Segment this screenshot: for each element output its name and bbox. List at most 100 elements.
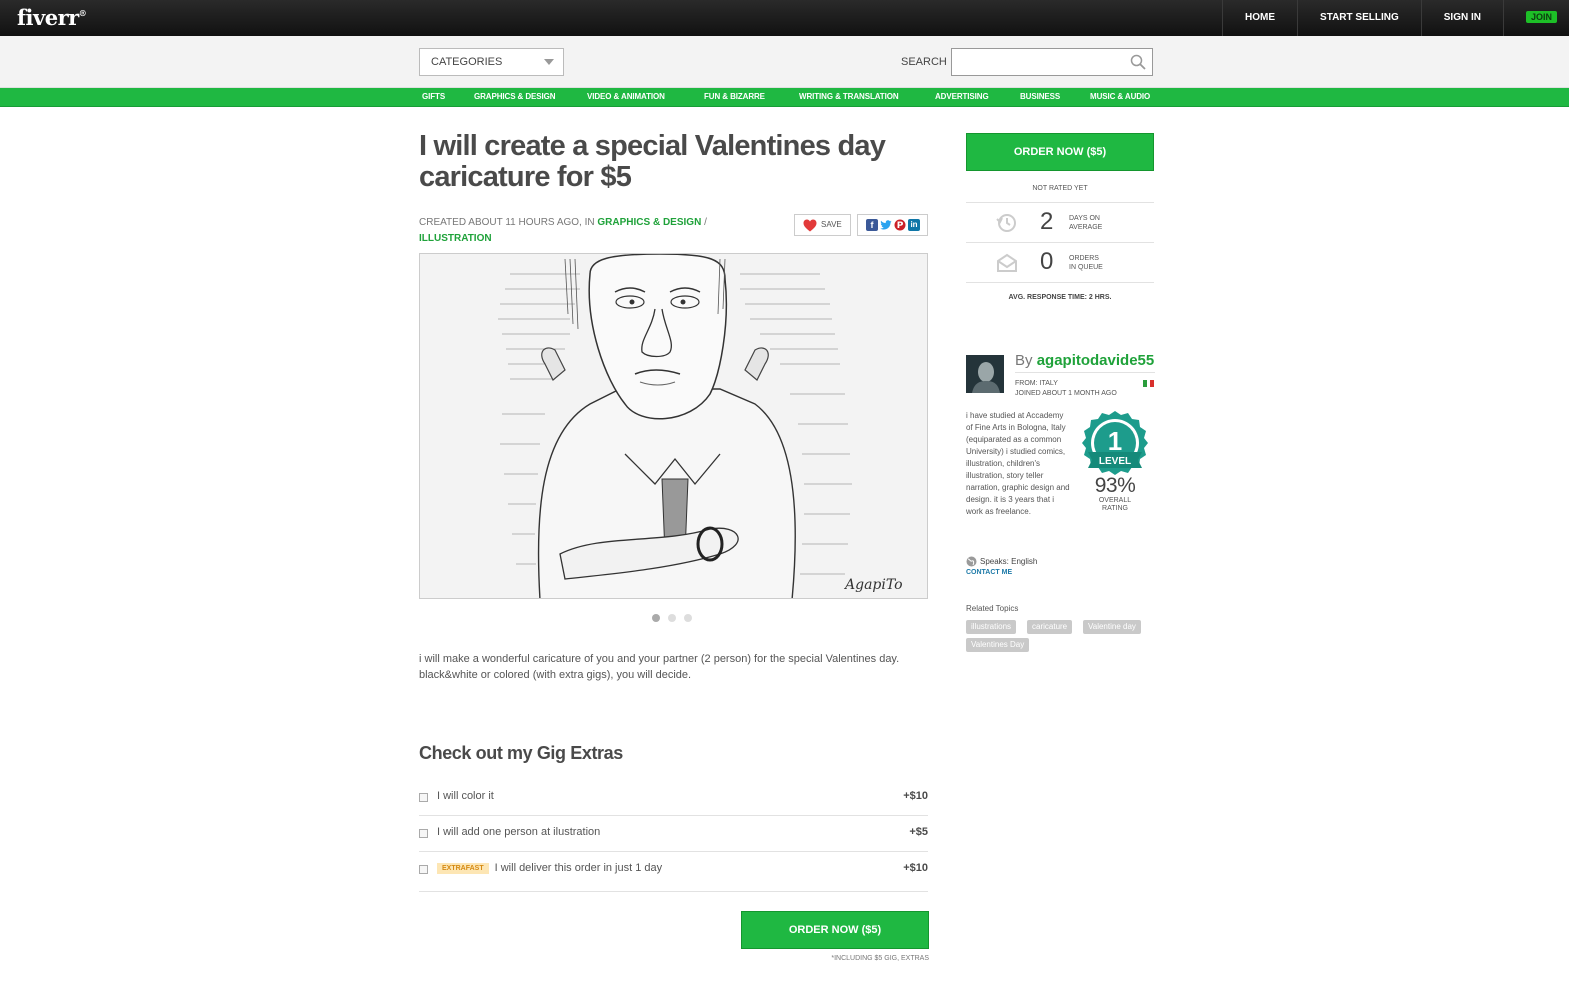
history-icon	[996, 214, 1016, 232]
seller-languages: Speaks: English	[966, 556, 1037, 567]
linkedin-icon[interactable]: in	[908, 219, 920, 231]
category-writing-translation[interactable]: WRITING & TRANSLATION	[799, 92, 899, 101]
breadcrumb-separator: /	[704, 217, 707, 228]
search-label: SEARCH	[901, 56, 947, 68]
seller-from: FROM: ITALY	[1015, 380, 1058, 387]
created-text: CREATED ABOUT 11 HOURS AGO, IN	[419, 217, 595, 228]
overall-rating-label: OVERALL RATING	[1098, 497, 1132, 512]
extra-price: +$10	[903, 862, 928, 874]
gig-image-caricature[interactable]: AgapiTo	[419, 253, 928, 599]
gig-title: I will create a special Valentines day c…	[419, 130, 886, 193]
level-1-badge-icon: 1 LEVEL	[1082, 411, 1148, 475]
by-label: By	[1015, 352, 1033, 369]
days-number: 2	[1040, 208, 1054, 235]
globe-icon	[966, 556, 977, 567]
search-bar: CATEGORIES SEARCH	[0, 36, 1569, 88]
seller-byline: By agapitodavide55	[1015, 352, 1155, 373]
fiverr-logo[interactable]: fiverr®	[17, 5, 87, 30]
days-label: DAYS ON AVERAGE	[1069, 215, 1103, 231]
related-tag[interactable]: Valentines Day	[966, 638, 1030, 652]
seller-joined: JOINED ABOUT 1 MONTH AGO	[1015, 390, 1117, 397]
extra-label-wrapper: EXTRAFAST I will deliver this order in ju…	[437, 862, 662, 874]
inbox-tray-icon	[997, 253, 1017, 272]
category-music-audio[interactable]: MUSIC & AUDIO	[1090, 92, 1150, 101]
save-label: SAVE	[821, 220, 842, 229]
extra-price: +$5	[909, 826, 928, 838]
artist-signature: AgapiTo	[843, 577, 903, 593]
seller-avatar[interactable]	[966, 355, 1004, 393]
description-line-1: i will make a wonderful caricature of yo…	[419, 653, 900, 665]
category-graphics-design[interactable]: GRAPHICS & DESIGN	[474, 92, 556, 101]
top-nav: HOME START SELLING SIGN IN JOIN	[1222, 0, 1569, 36]
extrafast-badge: EXTRAFAST	[437, 863, 489, 874]
heart-icon	[803, 219, 817, 232]
facebook-icon[interactable]: f	[866, 219, 878, 231]
orders-in-queue-stat: 0 ORDERS IN QUEUE	[966, 242, 1154, 282]
share-buttons: f P in	[857, 214, 928, 236]
rating-status: NOT RATED YET	[1032, 185, 1088, 192]
svg-text:LEVEL: LEVEL	[1099, 456, 1131, 467]
related-topics-title: Related Topics	[966, 604, 1019, 613]
related-tag[interactable]: illustrations	[966, 620, 1017, 634]
categories-dropdown[interactable]: CATEGORIES	[419, 48, 564, 76]
extra-checkbox[interactable]	[419, 829, 428, 838]
extra-item: I will color it +$10	[419, 780, 928, 816]
gig-extras-title: Check out my Gig Extras	[419, 743, 623, 763]
seller-username[interactable]: agapitodavide55	[1037, 352, 1155, 369]
extra-label: I will deliver this order in just 1 day	[494, 862, 663, 874]
nav-start-selling[interactable]: START SELLING	[1297, 0, 1421, 36]
extra-checkbox[interactable]	[419, 793, 428, 802]
italy-flag-icon	[1143, 380, 1155, 387]
nav-sign-in[interactable]: SIGN IN	[1420, 0, 1503, 36]
overall-rating-percent: 93%	[1094, 474, 1136, 497]
extra-item: I will add one person at ilustration +$5	[419, 816, 928, 852]
nav-join-wrapper: JOIN	[1502, 0, 1569, 36]
pinterest-icon[interactable]: P	[894, 219, 906, 231]
extra-checkbox[interactable]	[419, 865, 428, 874]
carousel-dot-1[interactable]	[652, 614, 660, 622]
join-button[interactable]: JOIN	[1525, 11, 1557, 23]
category-fun-bizarre[interactable]: FUN & BIZARRE	[704, 92, 765, 101]
extra-label: I will add one person at ilustration	[437, 826, 601, 838]
category-advertising[interactable]: ADVERTISING	[935, 92, 989, 101]
gig-description: i will make a wonderful caricature of yo…	[419, 651, 929, 683]
related-tag[interactable]: Valentine day	[1083, 620, 1141, 634]
including-extras-note: *INCLUDING $5 GIG, EXTRAS	[831, 955, 929, 962]
category-nav: GIFTS GRAPHICS & DESIGN VIDEO & ANIMATIO…	[0, 88, 1569, 107]
chevron-down-icon	[544, 59, 554, 65]
search-icon[interactable]	[1130, 54, 1146, 70]
order-now-button-bottom[interactable]: ORDER NOW ($5)	[741, 911, 929, 949]
seller-origin: FROM: ITALY JOINED ABOUT 1 MONTH AGO	[1015, 379, 1117, 399]
carousel-dot-2[interactable]	[668, 614, 676, 622]
orders-number: 0	[1040, 248, 1054, 275]
description-line-2: black&white or colored (with extra gigs)…	[419, 669, 692, 681]
days-on-average-stat: 2 DAYS ON AVERAGE	[966, 202, 1154, 242]
categories-label: CATEGORIES	[431, 56, 503, 68]
speaks-text: Speaks: English	[980, 557, 1038, 566]
search-input[interactable]	[951, 48, 1153, 76]
extra-label: I will color it	[437, 790, 494, 802]
extra-item: EXTRAFAST I will deliver this order in ju…	[419, 852, 928, 892]
order-now-button-top[interactable]: ORDER NOW ($5)	[966, 133, 1154, 171]
seller-bio: i have studied at Accademy of Fine Arts …	[966, 411, 1070, 516]
twitter-icon[interactable]	[880, 219, 892, 231]
svg-text:P: P	[897, 221, 904, 231]
top-navbar: fiverr® HOME START SELLING SIGN IN JOIN	[0, 0, 1569, 36]
orders-label: ORDERS IN QUEUE	[1069, 255, 1103, 271]
category-link[interactable]: GRAPHICS & DESIGN	[597, 217, 701, 228]
nav-home[interactable]: HOME	[1222, 0, 1297, 36]
contact-me-link[interactable]: CONTACT ME	[966, 569, 1012, 576]
avg-response-time: AVG. RESPONSE TIME: 2 HRS.	[966, 282, 1154, 312]
category-gifts[interactable]: GIFTS	[422, 92, 445, 101]
related-tag[interactable]: caricature	[1027, 620, 1073, 634]
subcategory-link[interactable]: ILLUSTRATION	[419, 233, 492, 244]
carousel-dot-3[interactable]	[684, 614, 692, 622]
extra-price: +$10	[903, 790, 928, 802]
save-button[interactable]: SAVE	[794, 214, 851, 236]
svg-text:1: 1	[1108, 426, 1122, 456]
category-business[interactable]: BUSINESS	[1020, 92, 1060, 101]
gig-meta: CREATED ABOUT 11 HOURS AGO, IN GRAPHICS …	[419, 215, 739, 247]
category-video-animation[interactable]: VIDEO & ANIMATION	[587, 92, 665, 101]
caricature-drawing: AgapiTo	[420, 254, 927, 598]
image-carousel-dots	[652, 614, 692, 622]
